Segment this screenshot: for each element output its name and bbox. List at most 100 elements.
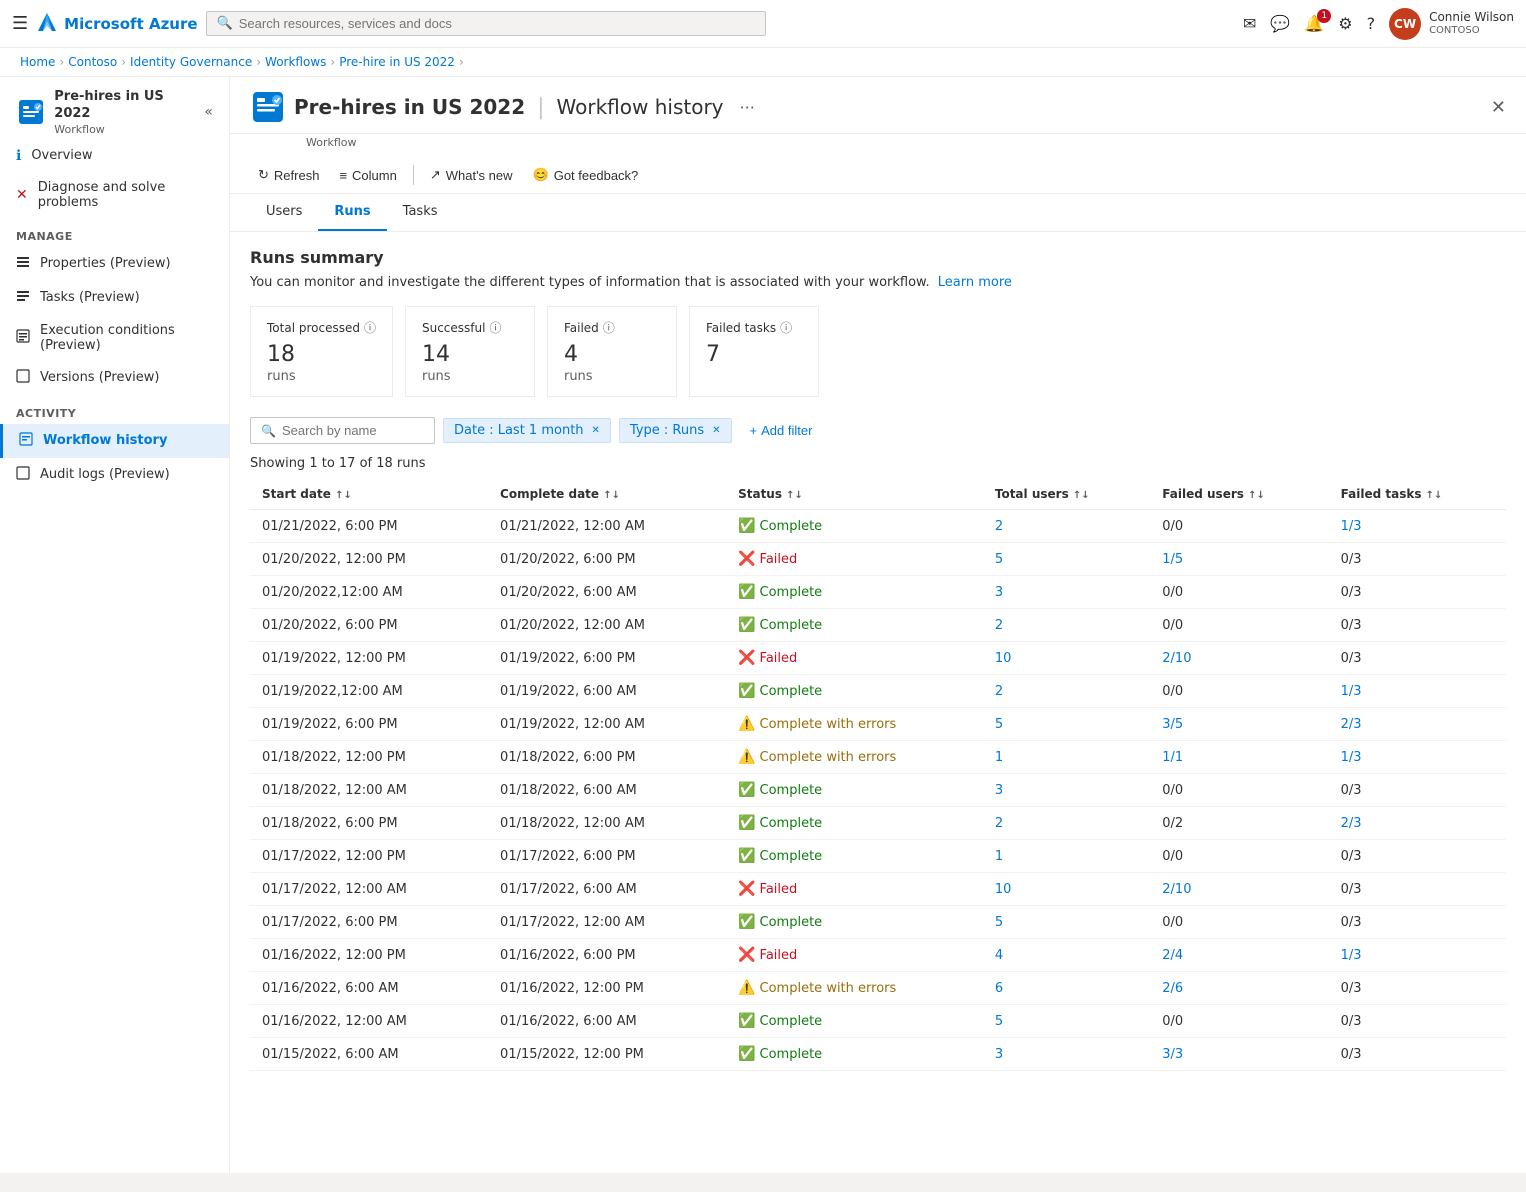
menu-icon[interactable]: ☰ xyxy=(12,13,28,34)
total-users-link[interactable]: 5 xyxy=(995,915,1003,930)
failed-users-link[interactable]: 2/6 xyxy=(1162,981,1183,996)
search-input[interactable] xyxy=(239,16,755,31)
total-users-link[interactable]: 5 xyxy=(995,717,1003,732)
sidebar-item-execution[interactable]: Execution conditions (Preview) xyxy=(0,315,229,361)
sidebar-item-workflow-history[interactable]: Workflow history xyxy=(0,424,229,458)
total-users-link[interactable]: 10 xyxy=(995,651,1012,666)
breadcrumb-workflows[interactable]: Workflows xyxy=(265,55,326,69)
total-users-link[interactable]: 1 xyxy=(995,849,1003,864)
info-icon[interactable]: ⓘ xyxy=(603,319,615,336)
sidebar-item-audit-logs[interactable]: Audit logs (Preview) xyxy=(0,458,229,492)
type-filter-tag[interactable]: Type : Runs ✕ xyxy=(619,418,732,443)
table-row[interactable]: 01/16/2022, 12:00 PM 01/16/2022, 6:00 PM… xyxy=(250,939,1506,972)
learn-more-link[interactable]: Learn more xyxy=(938,275,1012,290)
table-row[interactable]: 01/21/2022, 6:00 PM 01/21/2022, 12:00 AM… xyxy=(250,510,1506,543)
failed-users-link[interactable]: 2/10 xyxy=(1162,882,1191,897)
failed-users-link[interactable]: 2/10 xyxy=(1162,651,1191,666)
type-filter-close[interactable]: ✕ xyxy=(712,425,720,436)
total-users-link[interactable]: 3 xyxy=(995,585,1003,600)
info-icon[interactable]: ⓘ xyxy=(364,319,376,336)
failed-tasks-link[interactable]: 1/3 xyxy=(1341,948,1362,963)
table-row[interactable]: 01/17/2022, 12:00 PM 01/17/2022, 6:00 PM… xyxy=(250,840,1506,873)
logo[interactable]: Microsoft Azure xyxy=(36,11,197,37)
total-users-link[interactable]: 2 xyxy=(995,816,1003,831)
page-close-button[interactable]: ✕ xyxy=(1491,97,1506,118)
col-failed-users[interactable]: Failed users ↑↓ xyxy=(1150,479,1328,510)
failed-tasks-link[interactable]: 1/3 xyxy=(1341,519,1362,534)
sidebar-item-versions[interactable]: Versions (Preview) xyxy=(0,361,229,395)
refresh-button[interactable]: ↻ Refresh xyxy=(250,163,327,187)
tab-users[interactable]: Users xyxy=(250,194,318,231)
breadcrumb-contoso[interactable]: Contoso xyxy=(68,55,117,69)
failed-users-link[interactable]: 1/5 xyxy=(1162,552,1183,567)
sidebar-collapse-icon[interactable]: « xyxy=(204,104,213,120)
total-users-link[interactable]: 2 xyxy=(995,618,1003,633)
filter-search-box[interactable]: 🔍 xyxy=(250,417,435,444)
feedback-icon[interactable]: 💬 xyxy=(1270,14,1290,33)
table-row[interactable]: 01/16/2022, 12:00 AM 01/16/2022, 6:00 AM… xyxy=(250,1005,1506,1038)
col-complete-date[interactable]: Complete date ↑↓ xyxy=(488,479,726,510)
failed-tasks-link[interactable]: 2/3 xyxy=(1341,816,1362,831)
sidebar-item-properties[interactable]: Properties (Preview) xyxy=(0,247,229,281)
page-more-button[interactable]: ··· xyxy=(740,98,755,117)
notification-icon[interactable]: 🔔 1 xyxy=(1304,14,1324,33)
table-row[interactable]: 01/18/2022, 6:00 PM 01/18/2022, 12:00 AM… xyxy=(250,807,1506,840)
total-users-link[interactable]: 5 xyxy=(995,552,1003,567)
col-start-date[interactable]: Start date ↑↓ xyxy=(250,479,488,510)
total-users-link[interactable]: 6 xyxy=(995,981,1003,996)
sidebar-item-tasks[interactable]: Tasks (Preview) xyxy=(0,281,229,315)
settings-icon[interactable]: ⚙ xyxy=(1338,14,1352,33)
table-row[interactable]: 01/20/2022,12:00 AM 01/20/2022, 6:00 AM … xyxy=(250,576,1506,609)
help-icon[interactable]: ? xyxy=(1367,14,1376,33)
failed-tasks-link[interactable]: 1/3 xyxy=(1341,750,1362,765)
col-status[interactable]: Status ↑↓ xyxy=(726,479,983,510)
date-filter-close[interactable]: ✕ xyxy=(592,425,600,436)
info-icon[interactable]: ⓘ xyxy=(489,319,501,336)
failed-tasks-link[interactable]: 1/3 xyxy=(1341,684,1362,699)
breadcrumb-home[interactable]: Home xyxy=(20,55,55,69)
table-row[interactable]: 01/16/2022, 6:00 AM 01/16/2022, 12:00 PM… xyxy=(250,972,1506,1005)
filter-search-input[interactable] xyxy=(282,423,424,438)
table-row[interactable]: 01/15/2022, 6:00 AM 01/15/2022, 12:00 PM… xyxy=(250,1038,1506,1071)
column-button[interactable]: ≡ Column xyxy=(331,164,404,187)
total-users-link[interactable]: 3 xyxy=(995,783,1003,798)
failed-tasks-link[interactable]: 2/3 xyxy=(1341,717,1362,732)
info-icon[interactable]: ⓘ xyxy=(780,319,792,336)
total-users-link[interactable]: 2 xyxy=(995,684,1003,699)
total-users-link[interactable]: 10 xyxy=(995,882,1012,897)
total-users-link[interactable]: 2 xyxy=(995,519,1003,534)
total-users-link[interactable]: 4 xyxy=(995,948,1003,963)
col-total-users[interactable]: Total users ↑↓ xyxy=(983,479,1150,510)
sidebar-item-overview[interactable]: ℹ Overview xyxy=(0,140,229,172)
search-box[interactable]: 🔍 xyxy=(206,11,766,36)
table-row[interactable]: 01/19/2022, 12:00 PM 01/19/2022, 6:00 PM… xyxy=(250,642,1506,675)
table-row[interactable]: 01/19/2022, 6:00 PM 01/19/2022, 12:00 AM… xyxy=(250,708,1506,741)
failed-users-link[interactable]: 3/3 xyxy=(1162,1047,1183,1062)
total-users-link[interactable]: 1 xyxy=(995,750,1003,765)
col-failed-tasks[interactable]: Failed tasks ↑↓ xyxy=(1329,479,1506,510)
card-label: Failed ⓘ xyxy=(564,319,660,336)
mail-icon[interactable]: ✉ xyxy=(1243,14,1256,33)
breadcrumb-identity-governance[interactable]: Identity Governance xyxy=(130,55,252,69)
table-row[interactable]: 01/17/2022, 12:00 AM 01/17/2022, 6:00 AM… xyxy=(250,873,1506,906)
total-users-link[interactable]: 5 xyxy=(995,1014,1003,1029)
table-row[interactable]: 01/18/2022, 12:00 AM 01/18/2022, 6:00 AM… xyxy=(250,774,1506,807)
user-profile[interactable]: CW Connie Wilson CONTOSO xyxy=(1389,8,1514,40)
table-row[interactable]: 01/17/2022, 6:00 PM 01/17/2022, 12:00 AM… xyxy=(250,906,1506,939)
table-row[interactable]: 01/19/2022,12:00 AM 01/19/2022, 6:00 AM … xyxy=(250,675,1506,708)
feedback-button[interactable]: 😊 Got feedback? xyxy=(525,163,647,187)
tab-tasks[interactable]: Tasks xyxy=(387,194,454,231)
failed-users-link[interactable]: 1/1 xyxy=(1162,750,1183,765)
whats-new-button[interactable]: ↗ What's new xyxy=(422,163,521,187)
table-row[interactable]: 01/18/2022, 12:00 PM 01/18/2022, 6:00 PM… xyxy=(250,741,1506,774)
sidebar-item-diagnose[interactable]: ✕ Diagnose and solve problems xyxy=(0,172,229,218)
failed-users-link[interactable]: 3/5 xyxy=(1162,717,1183,732)
breadcrumb-prehire[interactable]: Pre-hire in US 2022 xyxy=(339,55,455,69)
table-row[interactable]: 01/20/2022, 12:00 PM 01/20/2022, 6:00 PM… xyxy=(250,543,1506,576)
table-row[interactable]: 01/20/2022, 6:00 PM 01/20/2022, 12:00 AM… xyxy=(250,609,1506,642)
tab-runs[interactable]: Runs xyxy=(318,194,386,231)
date-filter-tag[interactable]: Date : Last 1 month ✕ xyxy=(443,418,611,443)
total-users-link[interactable]: 3 xyxy=(995,1047,1003,1062)
add-filter-button[interactable]: + Add filter xyxy=(740,419,823,442)
failed-users-link[interactable]: 2/4 xyxy=(1162,948,1183,963)
